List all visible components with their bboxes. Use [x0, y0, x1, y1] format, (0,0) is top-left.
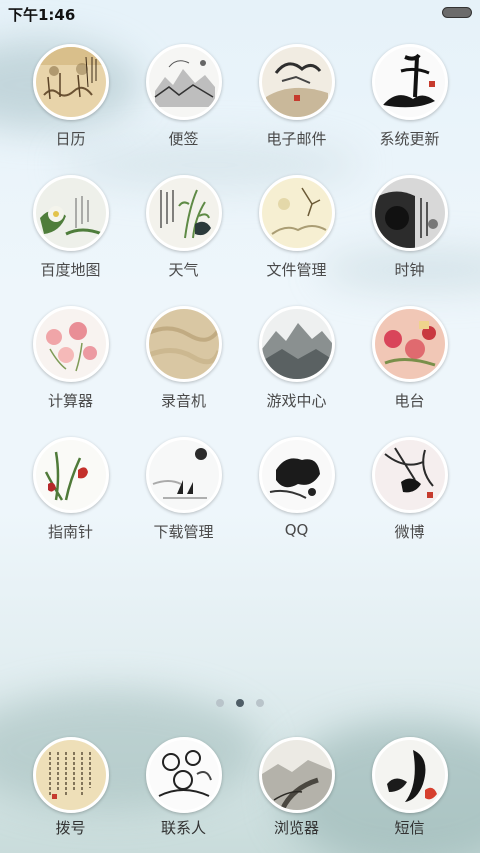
app-file-manager[interactable]: 文件管理 — [240, 175, 353, 280]
app-system-update[interactable]: 系统更新 — [353, 44, 466, 149]
weather-painting-icon — [145, 175, 222, 251]
app-label: 微博 — [394, 523, 425, 541]
status-bar: 下午1:46 — [0, 0, 480, 28]
app-qq[interactable]: QQ — [240, 437, 353, 539]
clock-painting-icon — [371, 175, 448, 251]
app-label: 游戏中心 — [266, 392, 327, 410]
app-calendar[interactable]: 日历 — [14, 44, 127, 149]
dock-app-dialer[interactable]: 拨号 — [14, 737, 127, 838]
app-recorder[interactable]: 录音机 — [127, 306, 240, 411]
app-label: 日历 — [55, 130, 86, 148]
app-label: 计算器 — [47, 392, 93, 410]
app-label: 便签 — [168, 130, 199, 148]
app-label: 百度地图 — [40, 261, 101, 279]
messages-painting-icon — [371, 737, 448, 813]
dock-app-messages[interactable]: 短信 — [353, 737, 466, 838]
app-label: QQ — [284, 521, 309, 539]
app-label: 时钟 — [394, 261, 425, 279]
app-label: 指南针 — [47, 523, 93, 541]
app-label: 浏览器 — [273, 819, 319, 837]
radio-painting-icon — [371, 306, 448, 382]
contacts-painting-icon — [145, 737, 222, 813]
dock-app-browser[interactable]: 浏览器 — [240, 737, 353, 838]
calculator-painting-icon — [32, 306, 109, 382]
app-download-manager[interactable]: 下载管理 — [127, 437, 240, 542]
app-label: 下载管理 — [153, 523, 214, 541]
recorder-painting-icon — [145, 306, 222, 382]
email-painting-icon — [258, 44, 335, 120]
baidu-map-painting-icon — [32, 175, 109, 251]
game-center-painting-icon — [258, 306, 335, 382]
app-email[interactable]: 电子邮件 — [240, 44, 353, 149]
app-label: 文件管理 — [266, 261, 327, 279]
page-dot-1[interactable] — [216, 699, 224, 707]
app-label: 联系人 — [160, 819, 206, 837]
compass-painting-icon — [32, 437, 109, 513]
app-label: 系统更新 — [379, 130, 440, 148]
page-dot-2[interactable] — [236, 699, 244, 707]
app-weather[interactable]: 天气 — [127, 175, 240, 280]
app-weibo[interactable]: 微博 — [353, 437, 466, 542]
calendar-painting-icon — [32, 44, 109, 120]
weibo-painting-icon — [371, 437, 448, 513]
app-label: 录音机 — [160, 392, 206, 410]
page-dot-3[interactable] — [256, 699, 264, 707]
app-baidu-map[interactable]: 百度地图 — [14, 175, 127, 280]
app-calculator[interactable]: 计算器 — [14, 306, 127, 411]
app-notes[interactable]: 便签 — [127, 44, 240, 149]
app-game-center[interactable]: 游戏中心 — [240, 306, 353, 411]
app-label: 拨号 — [55, 819, 86, 837]
dialer-painting-icon — [32, 737, 109, 813]
app-label: 电台 — [394, 392, 425, 410]
app-label: 电子邮件 — [266, 130, 327, 148]
app-label: 天气 — [168, 261, 199, 279]
file-manager-painting-icon — [258, 175, 335, 251]
battery-icon — [442, 7, 472, 18]
app-clock[interactable]: 时钟 — [353, 175, 466, 280]
page-indicator — [0, 699, 480, 709]
app-compass[interactable]: 指南针 — [14, 437, 127, 542]
app-radio[interactable]: 电台 — [353, 306, 466, 411]
browser-painting-icon — [258, 737, 335, 813]
notes-painting-icon — [145, 44, 222, 120]
qq-painting-icon — [258, 437, 335, 513]
system-update-painting-icon — [371, 44, 448, 120]
download-manager-painting-icon — [145, 437, 222, 513]
status-time: 下午1:46 — [8, 6, 76, 24]
dock-app-contacts[interactable]: 联系人 — [127, 737, 240, 838]
app-label: 短信 — [394, 819, 425, 837]
